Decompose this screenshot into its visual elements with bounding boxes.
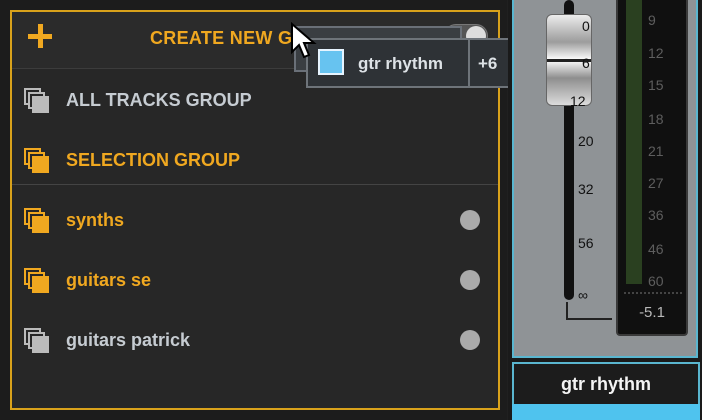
fader-scale-label: 20 <box>578 133 594 149</box>
meter-scale-label: 12 <box>648 45 664 61</box>
selection-group-icon <box>24 148 50 174</box>
meter-scale-label: 9 <box>648 12 656 28</box>
meter-scale-label: 36 <box>648 207 664 223</box>
group-row-label: guitars patrick <box>66 330 191 350</box>
group-icon <box>24 328 50 354</box>
fader-panel: 0 6 12 20 32 56 ∞ 9 12 15 18 21 27 36 46… <box>512 0 698 358</box>
mouse-cursor-icon <box>291 22 317 59</box>
meter-scale-label: 27 <box>648 175 664 191</box>
fader-scale-label: ∞ <box>578 287 588 303</box>
fader-scale-label: 32 <box>578 181 594 197</box>
group-status-dot[interactable] <box>460 270 480 290</box>
meter-peak-value[interactable]: -5.1 <box>618 304 686 321</box>
track-name-box[interactable]: gtr rhythm <box>512 362 700 404</box>
group-icon <box>24 268 50 294</box>
fader-scale-label: 0 <box>582 18 590 34</box>
level-meter: 9 12 15 18 21 27 36 46 60 -5.1 <box>616 0 688 336</box>
drag-tooltip: gtr rhythm +6 <box>306 38 514 88</box>
meter-bar <box>626 0 642 284</box>
meter-scale-label: 15 <box>648 77 664 93</box>
group-row-selection[interactable]: SELECTION GROUP <box>12 130 498 190</box>
fader-scale-label: 12 <box>570 93 586 109</box>
plus-icon[interactable] <box>26 22 56 52</box>
channel-strip: 0 6 12 20 32 56 ∞ 9 12 15 18 21 27 36 46… <box>508 0 702 420</box>
meter-scale-label: 18 <box>648 111 664 127</box>
fader-scale-label: 6 <box>582 55 590 71</box>
all-tracks-group-icon <box>24 88 50 114</box>
group-row-label: SELECTION GROUP <box>66 150 241 170</box>
group-row-label: ALL TRACKS GROUP <box>66 90 252 110</box>
meter-divider <box>624 292 682 296</box>
track-color-swatch <box>318 49 344 75</box>
group-status-dot[interactable] <box>460 210 480 230</box>
create-new-group-label[interactable]: CREATE NEW G <box>150 28 292 49</box>
meter-scale-label: 60 <box>648 273 664 289</box>
group-status-dot[interactable] <box>460 330 480 350</box>
divider <box>12 184 498 185</box>
fader-scale-label: 56 <box>578 235 594 251</box>
group-row-synths[interactable]: synths <box>12 190 498 250</box>
track-color-bar <box>512 404 700 420</box>
group-row-guitars-se[interactable]: guitars se <box>12 250 498 310</box>
tooltip-separator <box>468 40 470 86</box>
dragged-track-name: gtr rhythm <box>358 54 443 73</box>
meter-scale-label: 21 <box>648 143 664 159</box>
meter-scale-label: 46 <box>648 241 664 257</box>
dragged-track-count: +6 <box>478 54 498 73</box>
group-icon <box>24 208 50 234</box>
track-name: gtr rhythm <box>561 374 651 394</box>
fader-bracket <box>566 302 612 320</box>
group-row-guitars-patrick[interactable]: guitars patrick <box>12 310 498 370</box>
group-row-label: synths <box>66 210 125 230</box>
group-row-label: guitars se <box>66 270 152 290</box>
